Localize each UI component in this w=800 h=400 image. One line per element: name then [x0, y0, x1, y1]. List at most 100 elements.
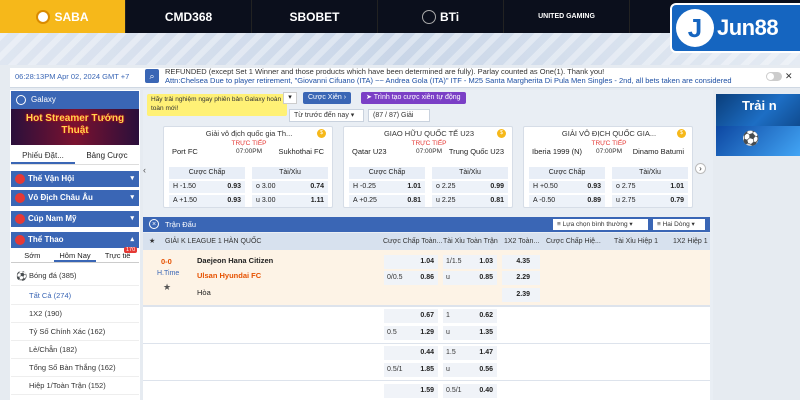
card-away-team: Sukhothai FC [278, 147, 324, 156]
league-count-select[interactable]: (87 / 87) Giải [368, 109, 430, 122]
odds-cell[interactable]: u 0.85 [443, 271, 497, 285]
col-ft-hdp: Cược Chấp Toàn... [383, 238, 443, 245]
match-card[interactable]: GIẢI VÔ ĐỊCH QUỐC GIA... $ Iberia 1999 (… [523, 126, 693, 208]
odds-cell[interactable]: H -0.25 1.01 [349, 181, 425, 193]
provider-saba[interactable]: SABA [0, 0, 126, 33]
star-icon[interactable]: $ [497, 129, 506, 138]
star-icon[interactable]: ★ [163, 282, 171, 293]
sort-select[interactable]: Từ trước đến nay ▾ [289, 109, 364, 122]
provider-sbobet[interactable]: SBOBET [252, 0, 378, 33]
odds-cell[interactable]: A +0.25 0.81 [349, 195, 425, 207]
odds-cell[interactable]: u 0.56 [443, 363, 497, 377]
auto-parlay-button[interactable]: ➤ Trình tạo cược xiên tự động [361, 92, 466, 104]
bti-logo-icon [421, 9, 436, 24]
star-icon[interactable]: $ [677, 129, 686, 138]
card-league: GIẢI VÔ ĐỊCH QUỐC GIA... [561, 129, 657, 138]
chevron-down-icon[interactable]: ▾ [283, 92, 297, 104]
odds-cell[interactable]: H +0.50 0.93 [529, 181, 605, 193]
tab-early[interactable]: Sớm [11, 249, 54, 262]
odds-cell[interactable]: A +1.50 0.93 [169, 195, 245, 207]
odds-cell[interactable]: A -0.50 0.89 [529, 195, 605, 207]
search-icon[interactable]: ⌕ [145, 69, 159, 83]
match-card[interactable]: Giải vô địch quốc gia Th... $ Port FC TR… [163, 126, 333, 208]
sidebar-item-odd-even[interactable]: Lẻ/Chẵn (182) [11, 341, 139, 359]
galaxy-header[interactable]: Galaxy [11, 91, 139, 109]
sidebar-item-correct-score[interactable]: Tỷ Số Chính Xác (162) [11, 323, 139, 341]
league-name: GIẢI K LEAGUE 1 HÀN QUỐC [165, 238, 262, 245]
col-ft-1x2: 1X2 Toàn... [504, 238, 540, 245]
match-card[interactable]: GIAO HỮU QUỐC TẾ U23 $ Qatar U23 TRỰC TI… [343, 126, 513, 208]
card-league: Giải vô địch quốc gia Th... [205, 129, 293, 138]
tab-bet-list[interactable]: Bảng Cược [75, 147, 139, 164]
chevron-up-icon: ▴ [130, 236, 134, 243]
betslip-tabs: Phiếu Đặt... Bảng Cược [11, 147, 139, 165]
tab-today[interactable]: Hôm Nay [53, 249, 97, 262]
soccer-ball-icon: ⚽ [742, 130, 760, 146]
odds-cell[interactable]: 4.35 [502, 255, 540, 269]
sport-icon [15, 193, 25, 203]
sidebar-section-copa[interactable]: Cúp Nam Mỹ ▾ [11, 211, 139, 227]
galaxy-icon [16, 95, 26, 105]
col-ft-ou: Tài Xỉu Toàn Trận [443, 238, 498, 245]
provider-cmd368[interactable]: CMD368 [126, 0, 252, 33]
sport-icon [15, 235, 25, 245]
card-away-team: Dinamo Batumi [632, 147, 684, 156]
odds-cell[interactable]: 0.5/1 0.40 [443, 384, 497, 398]
odds-cell[interactable]: 2.39 [502, 288, 540, 302]
odds-cell[interactable]: 2.29 [502, 271, 540, 285]
chevron-right-icon[interactable]: › [695, 163, 706, 174]
odds-cell[interactable]: o 2.75 1.01 [612, 181, 688, 193]
sidebar-item-football[interactable]: ⚽ Bóng đá (385) [11, 266, 139, 286]
odds-cell[interactable]: 0.44 [384, 346, 438, 360]
odds-cell[interactable]: 0.67 [384, 309, 438, 323]
col-ou-header: Tài/Xỉu [612, 167, 688, 179]
tab-bet-slip[interactable]: Phiếu Đặt... [11, 147, 75, 164]
sidebar-item-ht-ft[interactable]: Hiệp 1/Toàn Trận (152) [11, 377, 139, 395]
star-icon[interactable]: $ [317, 129, 326, 138]
close-icon[interactable]: ✕ [785, 71, 793, 82]
provider-united-gaming[interactable]: UNITED GAMING [504, 0, 630, 33]
draw-label: Hòa [197, 288, 211, 297]
row-divider [143, 343, 710, 344]
odds-cell[interactable]: u 1.35 [443, 326, 497, 340]
col-hdp-header: Cược Chấp [349, 167, 425, 179]
odds-cell[interactable]: 1/1.5 1.03 [443, 255, 497, 269]
close-icon[interactable]: × [149, 219, 159, 229]
odds-cell[interactable]: u 3.00 1.11 [252, 195, 328, 207]
galaxy-tooltip: Hãy trải nghiệm ngay phiên bản Galaxy ho… [147, 94, 287, 116]
sidebar-item-total-goals[interactable]: Tổng Số Bàn Thắng (162) [11, 359, 139, 377]
sidebar-section-euro[interactable]: Vô Địch Châu Âu ▾ [11, 190, 139, 206]
view-mode-select[interactable]: ≡ Lựa chọn bình thường ▾ [553, 219, 648, 230]
promo-banner[interactable]: Hot Streamer Tướng Thuật [11, 109, 139, 145]
odds-cell[interactable]: u 2.25 0.81 [432, 195, 508, 207]
brand-name: Jun88 [717, 15, 779, 40]
odds-cell[interactable]: 1.04 [384, 255, 438, 269]
brand-logo[interactable]: J Jun88 [672, 5, 800, 51]
star-icon[interactable]: ★ [149, 233, 155, 250]
promo-ad-bottom[interactable]: ⚽ [716, 126, 800, 156]
sidebar-section-olympics[interactable]: Thế Vận Hội ▾ [11, 171, 139, 187]
odds-cell[interactable]: 1.5 1.47 [443, 346, 497, 360]
odds-cell[interactable]: 0.5 1.29 [384, 326, 438, 340]
odds-cell[interactable]: o 2.25 0.99 [432, 181, 508, 193]
odds-cell[interactable]: 0/0.5 0.86 [384, 271, 438, 285]
theme-toggle[interactable] [766, 72, 782, 81]
parlay-button[interactable]: Cược Xiên › [303, 92, 352, 104]
card-away-team: Trung Quốc U23 [448, 147, 504, 156]
match-status: H.Time [157, 270, 180, 277]
odds-cell[interactable]: o 3.00 0.74 [252, 181, 328, 193]
odds-cell[interactable]: u 2.75 0.79 [612, 195, 688, 207]
sidebar-item-1x2[interactable]: 1X2 (190) [11, 305, 139, 323]
odds-cell[interactable]: H -1.50 0.93 [169, 181, 245, 193]
match-score: 0-0 [161, 257, 172, 266]
provider-bti[interactable]: BTi [378, 0, 504, 33]
line-mode-select[interactable]: ≡ Hai Dòng ▾ [653, 219, 705, 230]
odds-cell[interactable]: 0.5/1 1.85 [384, 363, 438, 377]
sidebar-item-all[interactable]: Tất Cả (274) [11, 287, 139, 305]
live-count-badge: 170 [124, 247, 138, 253]
odds-cell[interactable]: 1 0.62 [443, 309, 497, 323]
odds-cell[interactable]: 1.59 [384, 384, 438, 398]
sidebar-section-sports[interactable]: Thể Thao ▴ [11, 232, 139, 248]
chevron-left-icon[interactable]: ‹ [143, 165, 151, 175]
news-ticker: REFUNDED (except Set 1 Winner and those … [165, 68, 755, 88]
